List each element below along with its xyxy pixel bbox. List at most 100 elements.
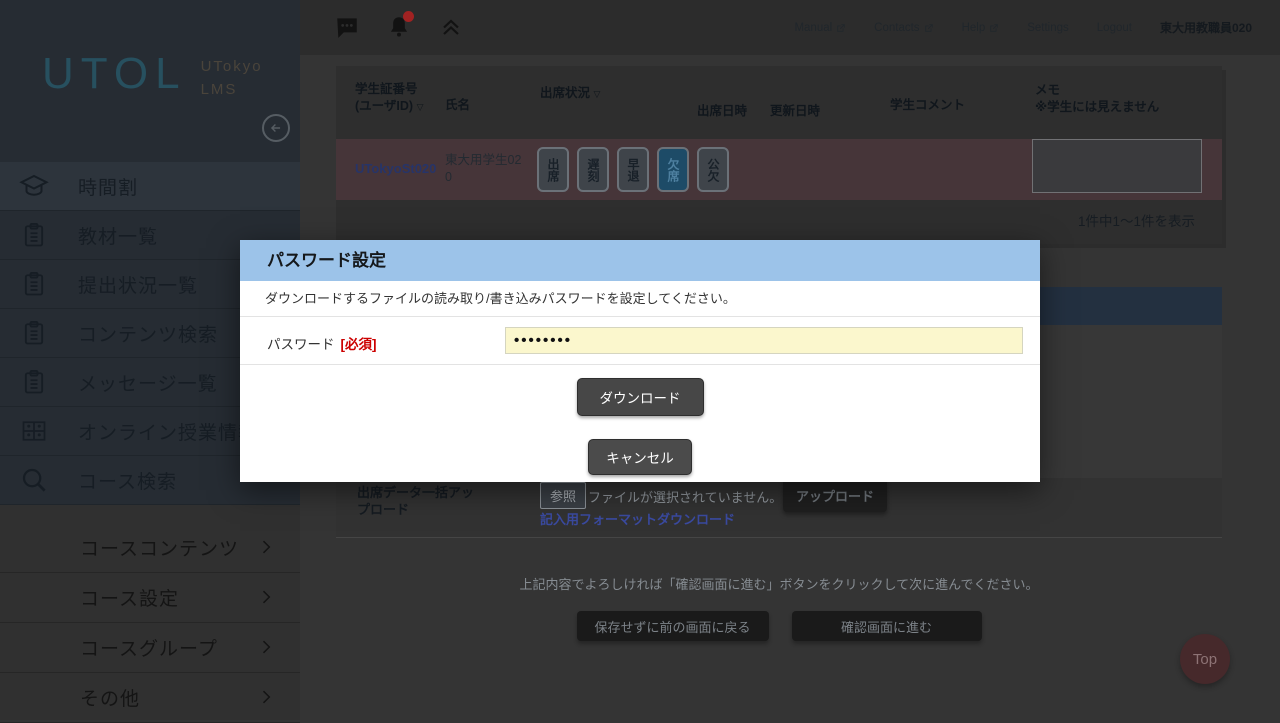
- column-header-student-id[interactable]: 学生証番号 (ユーザID) ▽: [355, 81, 423, 115]
- contacts-link[interactable]: Contacts: [874, 22, 933, 34]
- column-header-text: (ユーザID) ▽: [355, 98, 423, 115]
- logged-in-username: 東大用教職員020: [1160, 19, 1252, 36]
- bulk-upload-row: 出席データ一括アップロード 参照 ファイルが選択されていません。 記入用フォーマ…: [336, 478, 1222, 538]
- password-label: パスワード [必須]: [267, 333, 377, 353]
- memo-textarea[interactable]: [1032, 139, 1202, 193]
- modal-title: パスワード設定: [240, 240, 1040, 281]
- password-input[interactable]: [505, 327, 1023, 354]
- help-link[interactable]: Help: [962, 22, 1000, 34]
- notification-bell-icon[interactable]: [385, 13, 413, 41]
- logo-subtitle-line2: LMS: [201, 79, 263, 102]
- status-button-early-leave[interactable]: 早退: [617, 147, 649, 192]
- clipboard-icon: [18, 317, 50, 349]
- external-link-icon: [836, 23, 846, 33]
- status-button-present[interactable]: 出席: [537, 147, 569, 192]
- student-name: 東大用学生020: [445, 152, 525, 186]
- column-header-attended-at: 出席日時: [697, 100, 747, 119]
- logo-subtitle: UTokyo LMS: [201, 56, 263, 101]
- column-header-updated-at: 更新日時: [770, 100, 820, 119]
- online-class-grid-icon: [18, 415, 50, 447]
- sidebar-item-label: メッセージ一覧: [78, 369, 218, 396]
- graduation-cap-icon: [18, 170, 50, 202]
- column-header-note: ※学生には見えません: [1035, 99, 1159, 116]
- chevron-right-icon: [256, 687, 276, 707]
- modal-actions: ダウンロード キャンセル: [240, 365, 1040, 475]
- attendance-table-row: UTokyoSt020 東大用学生020 出席 遅刻 早退 欠席 公欠: [336, 139, 1222, 200]
- sidebar-item-label: コース検索: [78, 467, 177, 494]
- modal-password-form-row: パスワード [必須]: [240, 317, 1040, 365]
- format-download-link[interactable]: 記入用フォーマットダウンロード: [540, 509, 735, 528]
- sort-caret-icon[interactable]: ▽: [417, 102, 424, 112]
- submenu-item-label: その他: [80, 684, 140, 711]
- submenu-item-label: コース設定: [80, 584, 179, 611]
- back-without-saving-button[interactable]: 保存せずに前の画面に戻る: [577, 611, 769, 641]
- notification-badge: [403, 11, 414, 22]
- status-button-excused-absence[interactable]: 公欠: [697, 147, 729, 192]
- submenu-item-course-group[interactable]: コースグループ: [0, 623, 300, 673]
- clipboard-icon: [18, 219, 50, 251]
- contacts-link-label: Contacts: [874, 22, 919, 34]
- logo-text: UTOL: [42, 52, 187, 96]
- attendance-table-header: 学生証番号 (ユーザID) ▽ 氏名 出席状況 ▽ 出席日時 更新日時 学生コメ…: [336, 66, 1222, 139]
- utol-logo: UTOL UTokyo LMS: [42, 52, 263, 101]
- column-header-text: メモ: [1035, 82, 1159, 99]
- sidebar-item-label: 教材一覧: [78, 222, 158, 249]
- status-button-late[interactable]: 遅刻: [577, 147, 609, 192]
- upload-button[interactable]: アップロード: [783, 478, 887, 512]
- column-header-status[interactable]: 出席状況 ▽: [540, 82, 600, 101]
- logout-link[interactable]: Logout: [1097, 22, 1132, 34]
- file-browse-button[interactable]: 参照: [540, 482, 586, 509]
- help-link-label: Help: [962, 22, 986, 34]
- search-icon: [18, 464, 50, 496]
- sidebar-item-label: コンテンツ検索: [78, 320, 218, 347]
- column-header-text: 出席状況: [540, 86, 590, 100]
- submenu-item-label: コースグループ: [80, 634, 218, 661]
- download-button[interactable]: ダウンロード: [577, 378, 704, 416]
- manual-link[interactable]: Manual: [794, 22, 846, 34]
- password-setting-modal: パスワード設定 ダウンロードするファイルの読み取り/書き込みパスワードを設定して…: [240, 240, 1040, 482]
- cancel-button[interactable]: キャンセル: [588, 439, 692, 475]
- sort-caret-icon[interactable]: ▽: [594, 89, 601, 99]
- logo-subtitle-line1: UTokyo: [201, 56, 263, 79]
- sidebar-item-timetable[interactable]: 時間割: [0, 162, 300, 211]
- bulk-upload-label: 出席データ一括アップロード: [357, 485, 479, 519]
- submenu-item-course-contents[interactable]: コースコンテンツ: [0, 523, 300, 573]
- arrow-left-icon: [269, 121, 283, 135]
- chevron-right-icon: [256, 587, 276, 607]
- sidebar-course-submenu: コースコンテンツ コース設定 コースグループ その他: [0, 505, 300, 720]
- double-chevron-up-icon[interactable]: [437, 13, 465, 41]
- chevron-right-icon: [256, 637, 276, 657]
- pagination-status: 1件中1〜1件を表示: [336, 200, 1222, 244]
- status-button-absent[interactable]: 欠席: [657, 147, 689, 192]
- submenu-item-course-settings[interactable]: コース設定: [0, 573, 300, 623]
- submenu-item-label: コースコンテンツ: [80, 534, 239, 561]
- student-id-link[interactable]: UTokyoSt020: [355, 161, 436, 176]
- confirmation-instruction: 上記内容でよろしければ「確認画面に進む」ボタンをクリックして次に進んでください。: [336, 574, 1222, 593]
- manual-link-label: Manual: [794, 22, 832, 34]
- column-header-student-comment: 学生コメント: [890, 94, 965, 113]
- sidebar-item-label: 時間割: [78, 173, 138, 200]
- clipboard-icon: [18, 366, 50, 398]
- sidebar-collapse-button[interactable]: [262, 114, 290, 142]
- external-link-icon: [924, 23, 934, 33]
- column-header-memo: メモ ※学生には見えません: [1035, 82, 1159, 116]
- column-header-name: 氏名: [445, 94, 470, 113]
- submenu-item-others[interactable]: その他: [0, 673, 300, 723]
- proceed-to-confirmation-button[interactable]: 確認画面に進む: [792, 611, 982, 641]
- required-badge: [必須]: [341, 337, 377, 352]
- modal-description: ダウンロードするファイルの読み取り/書き込みパスワードを設定してください。: [240, 281, 1040, 317]
- column-header-text: 学生証番号: [355, 81, 423, 98]
- settings-link[interactable]: Settings: [1027, 22, 1069, 34]
- settings-link-label: Settings: [1027, 22, 1069, 34]
- sidebar-item-label: オンライン授業情報: [78, 418, 258, 445]
- chevron-right-icon: [256, 537, 276, 557]
- scroll-to-top-button[interactable]: Top: [1180, 634, 1230, 684]
- external-link-icon: [989, 23, 999, 33]
- attendance-status-group: 出席 遅刻 早退 欠席 公欠: [537, 147, 729, 192]
- top-header-bar: Manual Contacts Help Settings Logout 東大用…: [300, 0, 1280, 55]
- chat-bubble-icon[interactable]: [333, 13, 361, 41]
- password-label-text: パスワード: [267, 337, 335, 352]
- clipboard-icon: [18, 268, 50, 300]
- file-selection-status: ファイルが選択されていません。: [588, 487, 782, 506]
- logout-link-label: Logout: [1097, 22, 1132, 34]
